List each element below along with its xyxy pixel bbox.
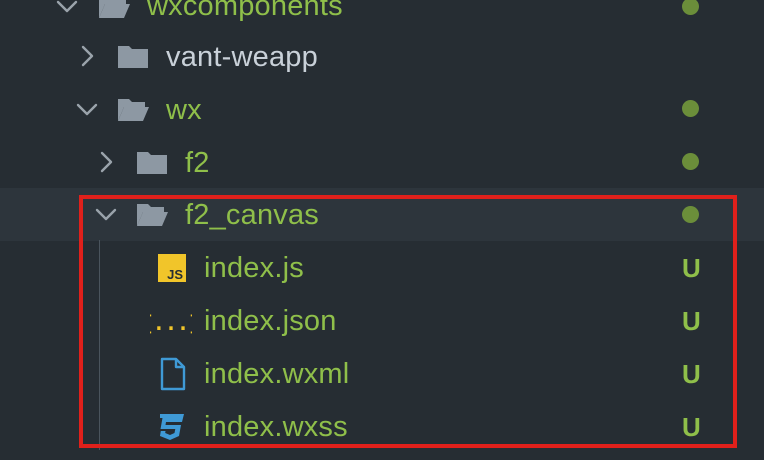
tree-item-label: vant-weapp — [166, 41, 318, 73]
chevron-down-icon[interactable] — [72, 95, 102, 125]
modified-status-dot — [682, 153, 699, 170]
css3-file-icon — [154, 409, 188, 445]
modified-status-dot — [682, 206, 699, 223]
js-file-icon: JS — [156, 250, 190, 286]
folder-closed-icon — [134, 144, 170, 180]
tree-item-label: index.wxss — [204, 411, 348, 443]
untracked-badge: U — [682, 253, 701, 283]
modified-status-dot — [682, 100, 699, 117]
folder-open-icon — [115, 91, 151, 127]
tree-item-label: f2 — [185, 147, 210, 179]
json-file-icon: {...} — [150, 303, 192, 339]
document-file-icon — [156, 356, 190, 392]
tree-item-f2[interactable]: f2 — [0, 136, 764, 189]
tree-item-label: index.js — [204, 252, 304, 284]
tree-item-label: index.json — [204, 305, 337, 337]
folder-open-icon — [96, 0, 132, 24]
folder-closed-icon — [115, 38, 151, 74]
tree-item-vant-weapp[interactable]: vant-weapp — [0, 30, 764, 83]
file-explorer-tree: wxcomponents vant-weapp wx f2 f2_canvas … — [0, 0, 764, 460]
chevron-right-icon[interactable] — [72, 41, 102, 71]
untracked-badge: U — [682, 412, 701, 442]
untracked-badge: U — [682, 306, 701, 336]
modified-status-dot — [682, 0, 699, 15]
tree-item-index-wxss[interactable]: index.wxss U — [0, 400, 764, 453]
untracked-badge: U — [682, 359, 701, 389]
tree-item-f2-canvas[interactable]: f2_canvas — [0, 188, 764, 241]
tree-item-index-json[interactable]: {...} index.json U — [0, 294, 764, 347]
tree-item-wxcomponents[interactable]: wxcomponents — [0, 0, 764, 33]
tree-item-wx[interactable]: wx — [0, 83, 764, 136]
folder-open-icon — [134, 196, 170, 232]
tree-item-index-js[interactable]: JS index.js U — [0, 241, 764, 294]
json-icon-text: {...} — [150, 311, 192, 335]
tree-item-label: wxcomponents — [147, 0, 343, 22]
chevron-down-icon[interactable] — [52, 0, 82, 22]
tree-item-label: index.wxml — [204, 358, 350, 390]
chevron-down-icon[interactable] — [91, 200, 121, 230]
tree-item-index-wxml[interactable]: index.wxml U — [0, 347, 764, 400]
chevron-right-icon[interactable] — [91, 147, 121, 177]
tree-item-label: wx — [166, 94, 202, 126]
tree-item-label: f2_canvas — [185, 199, 319, 231]
js-icon-text: JS — [167, 267, 183, 282]
